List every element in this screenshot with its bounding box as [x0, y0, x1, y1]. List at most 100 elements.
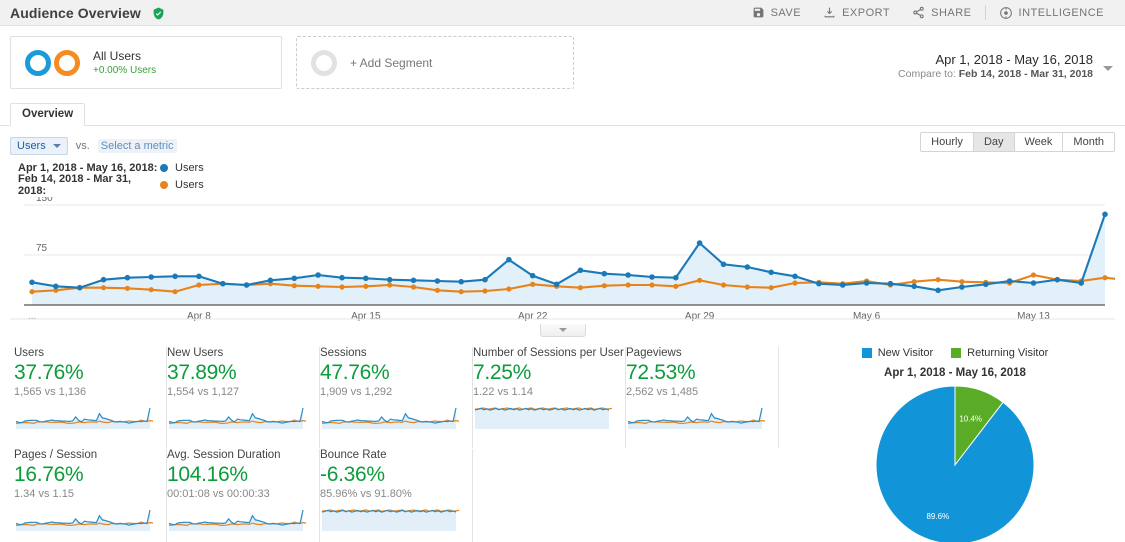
intelligence-label: INTELLIGENCE	[1018, 6, 1104, 19]
pie-slice[interactable]	[875, 385, 1035, 542]
export-icon	[823, 6, 836, 19]
metric-card[interactable]: Bounce Rate -6.36% 85.96% vs 91.80%	[320, 449, 473, 542]
svg-text:Apr 15: Apr 15	[351, 311, 381, 322]
granularity-toggle-group: Hourly Day Week Month	[920, 132, 1115, 152]
metric-comparison: 00:01:08 vs 00:00:33	[167, 487, 270, 500]
pie-slice-label: 89.6%	[926, 512, 949, 521]
metric-value: 37.89%	[167, 361, 237, 384]
metric-card[interactable]: Number of Sessions per User 7.25% 1.22 vs …	[473, 347, 626, 448]
share-label: SHARE	[931, 6, 972, 19]
vs-label: vs.	[75, 139, 90, 152]
main-timeseries-chart[interactable]: 75 150... Apr 8 Apr 15 Apr 22 Apr 29 May 6 May …	[10, 197, 1115, 337]
svg-text:May 6: May 6	[853, 311, 881, 322]
metric-value: 72.53%	[626, 361, 696, 384]
metric-title: Pageviews	[626, 347, 682, 359]
date-range-primary: Apr 1, 2018 - May 16, 2018	[935, 52, 1093, 67]
svg-text:75: 75	[36, 243, 48, 254]
legend-dot-compare-icon	[160, 180, 168, 189]
pie-legend-new-visitor[interactable]: New Visitor	[861, 347, 934, 359]
share-button[interactable]: SHARE	[901, 0, 982, 26]
chart-collapse-handle[interactable]	[539, 324, 586, 337]
add-segment-label: + Add Segment	[350, 55, 433, 70]
metric-card[interactable]: Pages / Session 16.76% 1.34 vs 1.15	[14, 449, 167, 542]
granularity-month[interactable]: Month	[1063, 133, 1114, 151]
legend-dot-primary-icon	[160, 163, 168, 172]
pages-per-session-sparkline	[14, 505, 154, 534]
legend-series-primary: Users	[175, 161, 204, 174]
segment-name: All Users	[93, 48, 142, 63]
export-label: EXPORT	[842, 6, 891, 19]
pie-legend-swatch-returning-icon	[951, 348, 962, 358]
svg-text:Apr 8: Apr 8	[187, 311, 211, 322]
date-range-selector[interactable]: Apr 1, 2018 - May 16, 2018 Compare to: F…	[898, 52, 1115, 80]
metric-value: 16.76%	[14, 463, 84, 486]
pie-legend-label-new: New Visitor	[877, 347, 934, 359]
metric-title: Avg. Session Duration	[167, 449, 281, 461]
tab-bar: Overview	[0, 102, 1125, 126]
segment-rings	[25, 49, 80, 76]
metric-value: 37.76%	[14, 361, 84, 384]
main-chart-svg: 75 150... Apr 8 Apr 15 Apr 22 Apr 29 May 6 May …	[10, 197, 1115, 322]
metric-card[interactable]: Pageviews 72.53% 2,562 vs 1,485	[626, 347, 779, 448]
compare-range: Feb 14, 2018 - Mar 31, 2018	[958, 68, 1093, 80]
intelligence-button[interactable]: INTELLIGENCE	[988, 0, 1115, 26]
segment-all-users[interactable]: All Users +0.00% Users	[10, 36, 282, 89]
metric-comparison: 1,909 vs 1,292	[320, 385, 393, 398]
bottom-panels: Users 37.76% 1,565 vs 1,136 New Users 37.89%…	[0, 347, 1125, 542]
legend-series-compare: Users	[175, 178, 204, 191]
metric-title: Pages / Session	[14, 449, 98, 461]
metric-comparison: 1,565 vs 1,136	[14, 385, 87, 398]
segment-row: All Users +0.00% Users + Add Segment Apr…	[0, 26, 1125, 94]
svg-text:May 13: May 13	[1017, 311, 1050, 322]
share-icon	[912, 6, 925, 19]
metric-value: -6.36%	[320, 463, 385, 486]
metric-comparison: 1.34 vs 1.15	[14, 487, 74, 500]
avg-session-duration-sparkline	[167, 505, 307, 534]
metric-card[interactable]: Sessions 47.76% 1,909 vs 1,292	[320, 347, 473, 448]
metric-title: Sessions	[320, 347, 367, 359]
svg-text:Apr 29: Apr 29	[685, 311, 715, 322]
metric-value: 104.16%	[167, 463, 248, 486]
save-button[interactable]: SAVE	[741, 0, 813, 26]
metric-comparison: 2,562 vs 1,485	[626, 385, 699, 398]
save-icon	[752, 6, 765, 19]
metric-title: Bounce Rate	[320, 449, 387, 461]
granularity-hourly[interactable]: Hourly	[921, 133, 974, 151]
metric-selector-row: Users vs. Select a metric Hourly Day Wee…	[0, 126, 1125, 156]
chevron-down-icon	[558, 328, 567, 332]
visitor-type-panel: New Visitor Returning Visitor Apr 1, 201…	[785, 347, 1125, 542]
granularity-week[interactable]: Week	[1014, 133, 1064, 151]
metric-title: New Users	[167, 347, 224, 359]
pie-legend-label-returning: Returning Visitor	[967, 347, 1049, 359]
primary-metric-dropdown[interactable]: Users	[10, 136, 68, 155]
top-bar-actions: SAVE EXPORT SHARE INTELLIGENCE	[741, 0, 1115, 26]
chart-legend-row-compare: Feb 14, 2018 - Mar 31, 2018: Users	[18, 173, 1115, 197]
pie-title: Apr 1, 2018 - May 16, 2018	[884, 367, 1026, 379]
granularity-day[interactable]: Day	[973, 133, 1015, 151]
metric-card[interactable]: Avg. Session Duration 104.16% 00:01:08 vs …	[167, 449, 320, 542]
sessions-per-user-sparkline	[473, 403, 613, 432]
metrics-grid: Users 37.76% 1,565 vs 1,136 New Users 37.89%…	[0, 347, 785, 542]
svg-text:Apr 22: Apr 22	[518, 311, 548, 322]
secondary-metric-dropdown[interactable]: Select a metric	[97, 138, 177, 153]
page-title-text: Audience Overview	[10, 4, 141, 21]
visitor-type-pie-chart[interactable]: 10.4% 89.6%	[855, 383, 1055, 542]
legend-date-compare: Feb 14, 2018 - Mar 31, 2018:	[18, 172, 132, 197]
top-bar: Audience Overview SAVE EXPORT SHARE INTE…	[0, 0, 1125, 26]
metric-value: 7.25%	[473, 361, 532, 384]
bounce-rate-sparkline	[320, 505, 460, 534]
save-label: SAVE	[770, 6, 802, 19]
users-sparkline	[14, 403, 154, 432]
add-segment-ring-icon	[311, 49, 337, 76]
svg-text:...: ...	[28, 311, 36, 322]
pie-legend-returning-visitor[interactable]: Returning Visitor	[951, 347, 1048, 359]
metric-card[interactable]: New Users 37.89% 1,554 vs 1,127	[167, 347, 320, 448]
metric-card[interactable]: Users 37.76% 1,565 vs 1,136	[14, 347, 167, 448]
new-users-sparkline	[167, 403, 307, 432]
add-segment-button[interactable]: + Add Segment	[296, 36, 574, 89]
tab-overview[interactable]: Overview	[10, 103, 86, 126]
pie-legend-swatch-new-icon	[861, 348, 872, 358]
metric-comparison: 85.96% vs 91.80%	[320, 487, 412, 500]
export-button[interactable]: EXPORT	[812, 0, 901, 26]
pageviews-sparkline	[626, 403, 766, 432]
